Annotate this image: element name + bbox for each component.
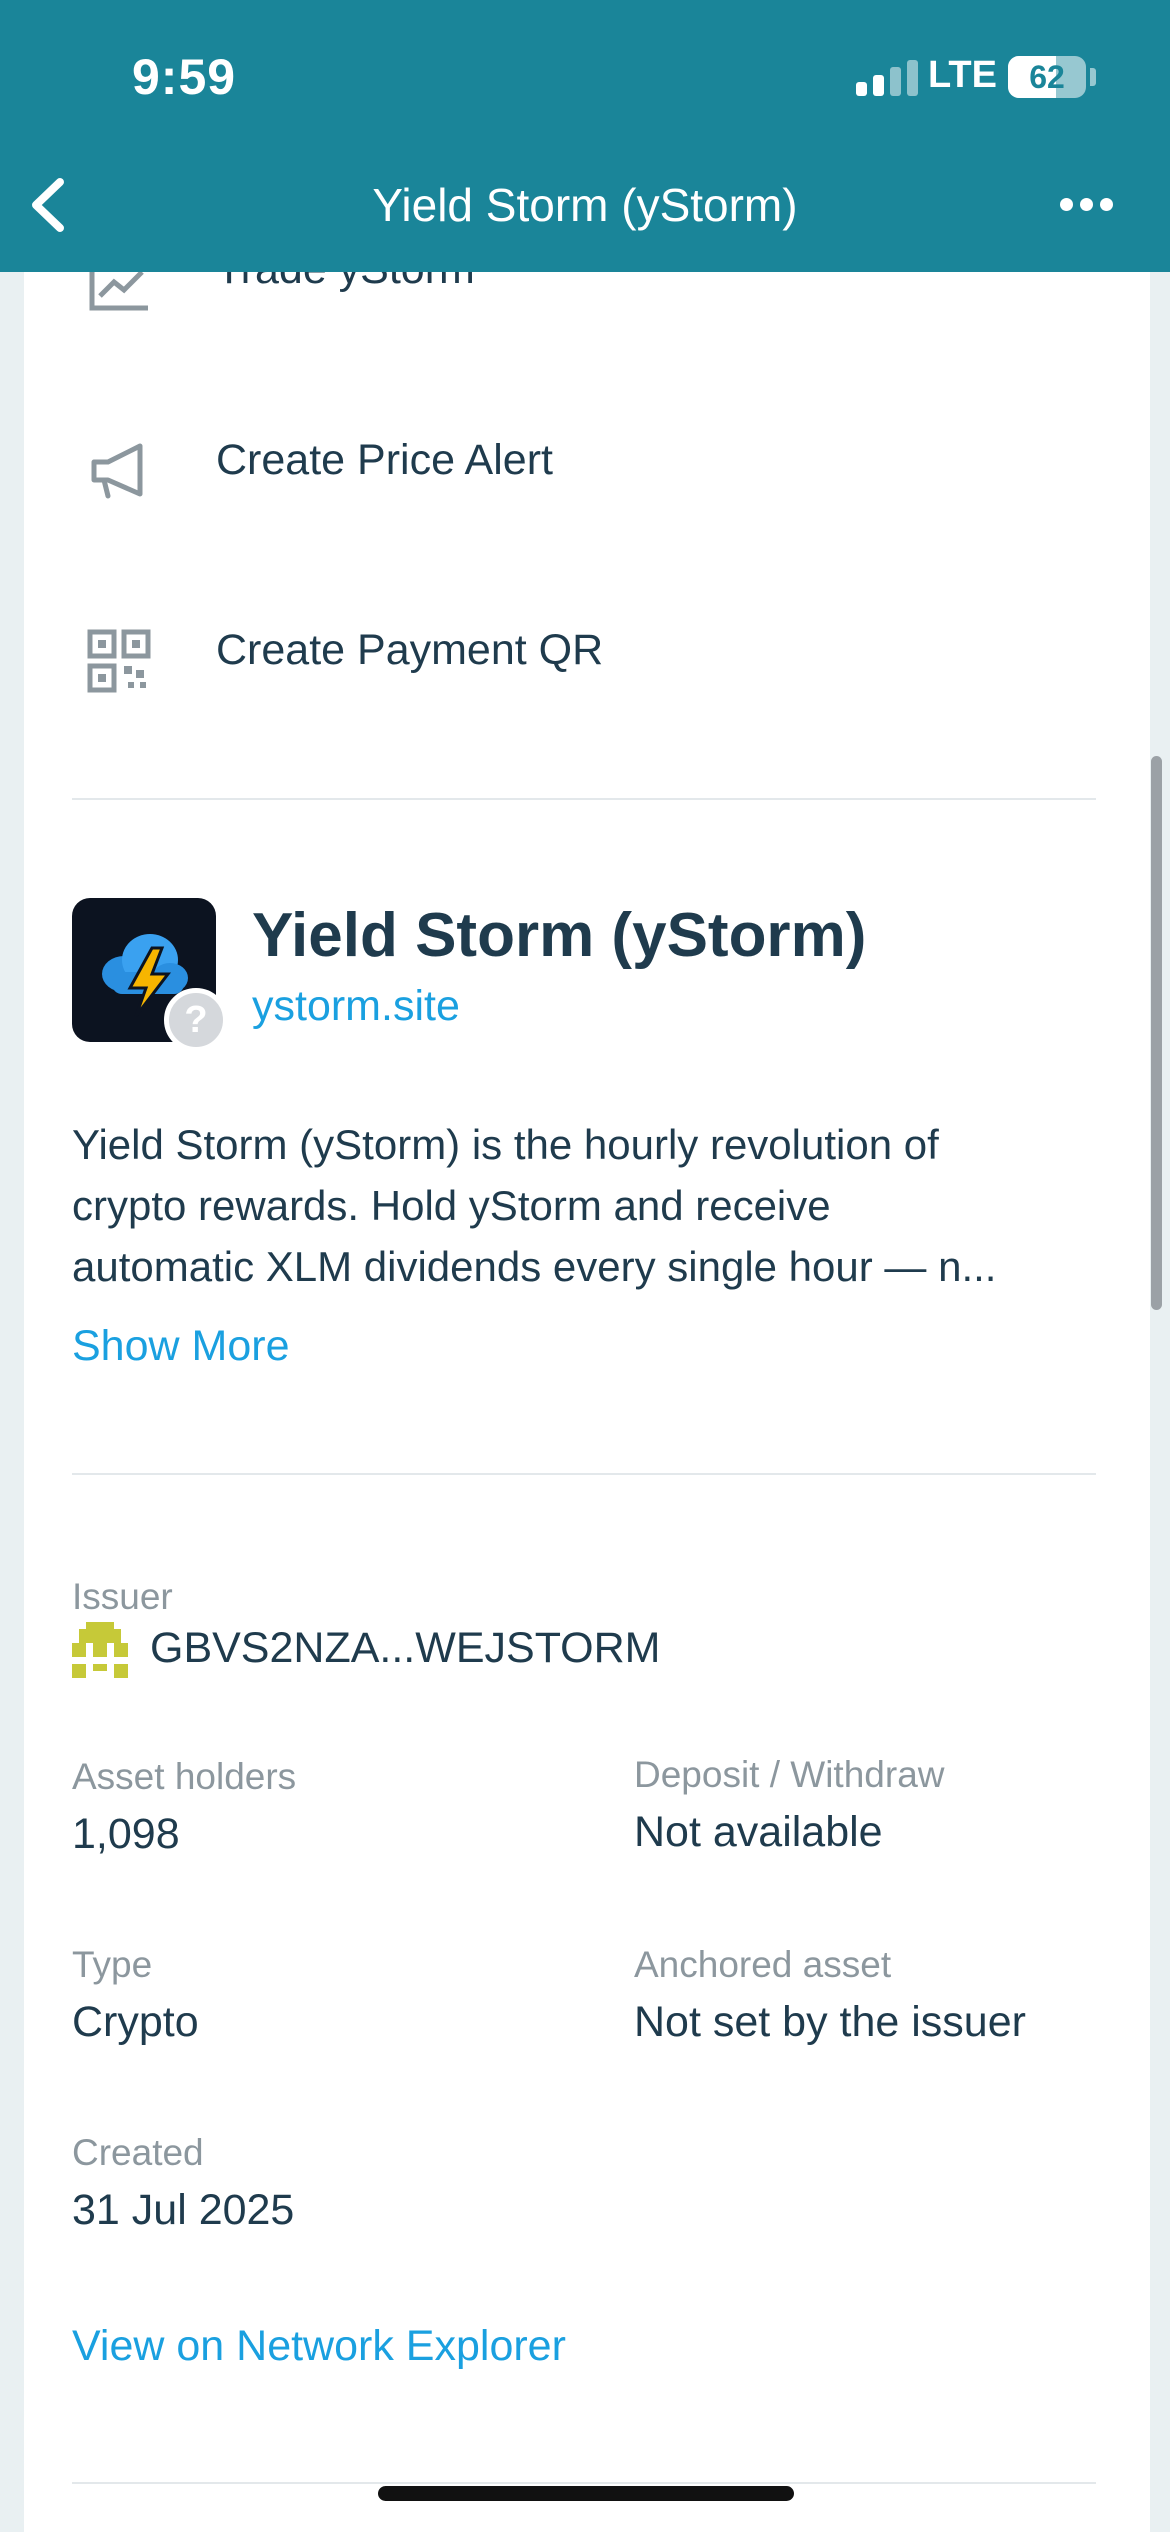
cellular-signal-icon xyxy=(856,60,918,96)
divider xyxy=(72,798,1096,800)
issuer-label: Issuer xyxy=(72,1576,173,1617)
description-line: crypto rewards. Hold yStorm and receive xyxy=(72,1182,831,1229)
network-type: LTE xyxy=(928,54,997,96)
created-value: 31 Jul 2025 xyxy=(72,2186,295,2234)
asset-domain-link[interactable]: ystorm.site xyxy=(252,982,460,1031)
created-label: Created xyxy=(72,2132,204,2173)
divider xyxy=(72,2482,1096,2484)
status-time: 9:59 xyxy=(132,49,237,105)
megaphone-icon xyxy=(91,443,143,499)
more-options-button[interactable] xyxy=(1056,195,1116,215)
scrollbar[interactable] xyxy=(1151,756,1162,1310)
asset-holders-value: 1,098 xyxy=(72,1810,180,1858)
type-label: Type xyxy=(72,1944,153,1985)
battery-level: 62 xyxy=(1029,59,1065,95)
issuer-identicon-icon xyxy=(72,1622,128,1678)
type-value: Crypto xyxy=(72,1998,199,2046)
page-title: Yield Storm (yStorm) xyxy=(372,179,798,231)
more-horizontal-icon xyxy=(1060,198,1073,211)
trade-chart-icon xyxy=(89,272,148,311)
asset-description: Yield Storm (yStorm) is the hourly revol… xyxy=(72,1114,1117,1297)
network-explorer-link[interactable]: View on Network Explorer xyxy=(72,2322,566,2371)
more-dot xyxy=(1100,198,1113,211)
battery-tip xyxy=(1090,68,1096,86)
home-indicator[interactable] xyxy=(378,2486,794,2501)
description-line: automatic XLM dividends every single hou… xyxy=(72,1243,997,1290)
description-line: Yield Storm (yStorm) is the hourly revol… xyxy=(72,1121,939,1168)
show-more-button[interactable]: Show More xyxy=(72,1322,289,1371)
qr-code-icon xyxy=(87,629,151,693)
unverified-badge[interactable]: ? xyxy=(164,988,228,1052)
divider xyxy=(72,1473,1096,1475)
deposit-withdraw-label: Deposit / Withdraw xyxy=(634,1754,945,1795)
action-payment-qr-label: Create Payment QR xyxy=(216,626,604,674)
more-dot xyxy=(1080,198,1093,211)
asset-name: Yield Storm (yStorm) xyxy=(252,901,867,970)
battery-icon: 62 xyxy=(1008,56,1086,98)
deposit-withdraw-value: Not available xyxy=(634,1808,883,1856)
action-trade-label: Trade yStorm xyxy=(216,272,475,294)
asset-holders-label: Asset holders xyxy=(72,1756,297,1797)
app-header: 9:59 LTE 62 Yield Storm (yStorm) xyxy=(0,0,1170,272)
action-price-alert-label: Create Price Alert xyxy=(216,436,553,484)
issuer-address[interactable]: GBVS2NZA...WEJSTORM xyxy=(150,1624,661,1673)
anchored-asset-label: Anchored asset xyxy=(634,1944,892,1985)
anchored-asset-value: Not set by the issuer xyxy=(634,1998,1026,2046)
asset-card: Trade yStorm Create Price Alert Create P… xyxy=(24,272,1150,2532)
